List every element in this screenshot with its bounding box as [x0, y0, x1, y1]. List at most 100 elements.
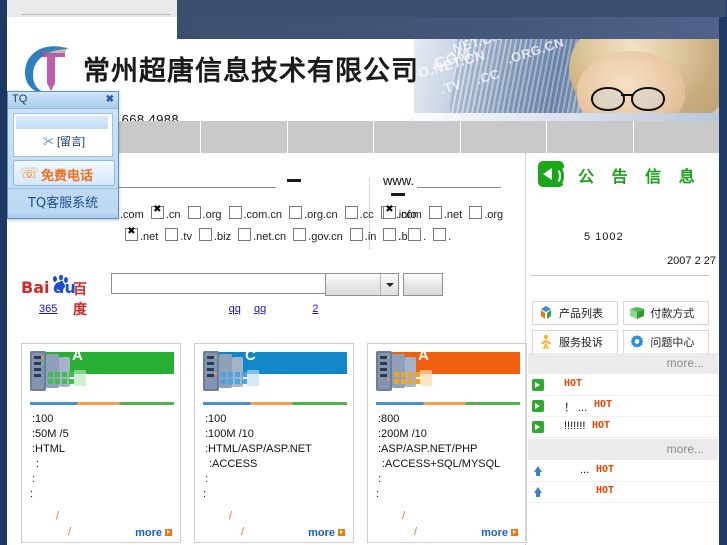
baidu-search-button[interactable]	[403, 273, 443, 296]
sidebar-button-payment[interactable]: 付款方式	[623, 301, 710, 325]
product-spec: :50M /5	[32, 428, 69, 440]
product-box[interactable]: A :800 :200M /10 :ASP/ASP.NET/PHP :ACCES…	[367, 343, 527, 543]
domain-input-left[interactable]	[111, 171, 276, 188]
notice-header: 公 告 信 息	[532, 159, 718, 193]
tq-system-link[interactable]: TQ客服系统	[8, 188, 118, 211]
product-spec: :HTML	[32, 443, 65, 455]
list-item[interactable]: ！ ... HOT	[528, 396, 718, 417]
checkbox-tv[interactable]	[165, 228, 179, 241]
tq-chat-popup[interactable]: TQ ✖ ✂ [留言] ☏ 免费电话 TQ客服系统	[7, 91, 119, 219]
close-icon[interactable]: ✖	[106, 94, 114, 105]
sidebar-button-product-list[interactable]: 产品列表	[532, 301, 618, 325]
product-color-rule	[30, 402, 174, 405]
nav-item-1[interactable]	[201, 121, 288, 153]
sidebar-button-label: 付款方式	[650, 307, 695, 320]
quick-link-0[interactable]: 365	[39, 303, 57, 315]
checkbox-label-org: .org	[202, 209, 222, 221]
domain-input-right[interactable]	[417, 171, 502, 188]
cubes-icon	[541, 306, 551, 319]
checkbox-cc[interactable]	[344, 206, 358, 219]
checkbox-www-other-1[interactable]	[383, 228, 396, 241]
checkbox-www-other-3[interactable]	[433, 228, 447, 241]
product-spec: :	[36, 458, 40, 470]
product-spec: :	[376, 488, 380, 500]
sidebar-button-question-center[interactable]: 问题中心	[623, 330, 710, 354]
tq-free-call-button[interactable]: ☏ 免费电话	[13, 160, 115, 186]
checkbox-netcn[interactable]	[238, 228, 252, 241]
tq-leave-message-link[interactable]: ✂ [留言]	[14, 133, 114, 149]
news-more-row[interactable]: more...	[528, 353, 718, 374]
baidu-logo[interactable]: Bai du 百度	[21, 275, 99, 318]
tq-title-bar[interactable]: TQ ✖	[8, 92, 118, 109]
main-navigation[interactable]	[115, 121, 719, 153]
sidebar-button-label: 服务投诉	[559, 336, 603, 349]
product-server-letter: A	[72, 347, 83, 364]
tq-bottom-edge	[8, 212, 118, 218]
product-price: /	[229, 510, 233, 522]
toolbar-divider	[21, 14, 171, 15]
product-more-link[interactable]: more	[308, 527, 345, 539]
notice-title: 公 告 信 息	[578, 167, 701, 186]
product-more-link[interactable]: more	[481, 527, 518, 539]
tq-title-label: TQ	[12, 93, 28, 105]
nav-item-4[interactable]	[461, 121, 548, 153]
product-server-letter: A	[418, 347, 429, 364]
product-price-2: /	[414, 526, 418, 538]
product-server-letter: C	[245, 347, 256, 364]
quick-link-8[interactable]: 2	[312, 303, 318, 315]
banner-woman-face	[577, 51, 685, 121]
product-price-2: /	[241, 526, 245, 538]
arrow-right-icon	[165, 529, 172, 536]
checkbox-label-tv: .tv	[180, 231, 192, 243]
checkbox-www-net[interactable]	[428, 206, 442, 219]
list-item[interactable]: HOT	[528, 375, 718, 396]
speaker-icon	[538, 161, 566, 187]
quick-link-6[interactable]: qq	[254, 303, 266, 315]
checkbox-govcn[interactable]	[293, 228, 307, 241]
baidu-search-input[interactable]	[111, 273, 327, 294]
browser-right-edge	[719, 0, 727, 545]
sidebar-button-label: 产品列表	[559, 307, 603, 320]
checkbox-biz[interactable]	[198, 228, 212, 241]
green-arrow-icon	[532, 379, 544, 391]
sidebar-button-service-complaint[interactable]: 服务投诉	[532, 330, 618, 354]
checkbox-www-org[interactable]	[469, 206, 483, 219]
checkbox-comcn[interactable]	[228, 206, 242, 219]
sidebar-quick-buttons: 产品列表 付款方式 服务投诉 问题中心	[532, 301, 720, 359]
nav-item-5[interactable]	[547, 121, 634, 153]
checkbox-orgcn[interactable]	[289, 206, 303, 219]
checkbox-net[interactable]	[125, 226, 138, 241]
list-item[interactable]: HOT	[528, 482, 718, 503]
list-item[interactable]: !!!!!!! HOT	[528, 417, 718, 438]
product-box[interactable]: C :100 :100M /10 :HTML/ASP/ASP.NET :ACCE…	[194, 343, 354, 543]
product-spec: :100M /10	[205, 428, 254, 440]
product-spec: :100	[205, 413, 227, 425]
product-spec: :	[378, 473, 382, 485]
company-name: 常州超唐信息技术有限公司	[83, 56, 419, 87]
notice-divider	[530, 275, 710, 276]
list-item[interactable]: ... HOT	[528, 461, 718, 482]
nav-item-3[interactable]	[374, 121, 461, 153]
baidu-scope-select[interactable]	[325, 273, 399, 296]
product-box-list: A :100 :50M /5 :HTML : : : / / more C:1…	[21, 343, 527, 543]
product-spec: :ACCESS+SQL/MYSQL	[382, 458, 501, 470]
checkbox-cn[interactable]	[150, 204, 164, 219]
domain-checkbox-row-right-1: .com .net .org	[383, 204, 523, 223]
nav-item-6[interactable]	[634, 121, 719, 153]
product-more-link[interactable]: more	[135, 527, 172, 539]
quick-link-5[interactable]: qq	[229, 303, 241, 315]
product-box[interactable]: A :100 :50M /5 :HTML : : : / / more	[21, 343, 181, 543]
phone-icon: ☏	[20, 165, 39, 182]
nav-item-2[interactable]	[288, 121, 375, 153]
news-more-row-2[interactable]: more...	[528, 439, 718, 460]
checkbox-org[interactable]	[187, 206, 201, 219]
chevron-down-icon[interactable]	[380, 274, 398, 295]
quick-links-row: 365 qq qq 2	[21, 303, 521, 319]
checkbox-in[interactable]	[349, 228, 363, 241]
checkbox-www-other-2[interactable]	[408, 228, 422, 241]
cloud-icon: ✂	[42, 136, 54, 148]
checkbox-www-com[interactable]	[383, 204, 396, 219]
product-spec: :HTML/ASP/ASP.NET	[205, 443, 312, 455]
nav-item-0[interactable]	[115, 121, 202, 153]
hotline-number: 0 668 4988	[110, 112, 180, 121]
